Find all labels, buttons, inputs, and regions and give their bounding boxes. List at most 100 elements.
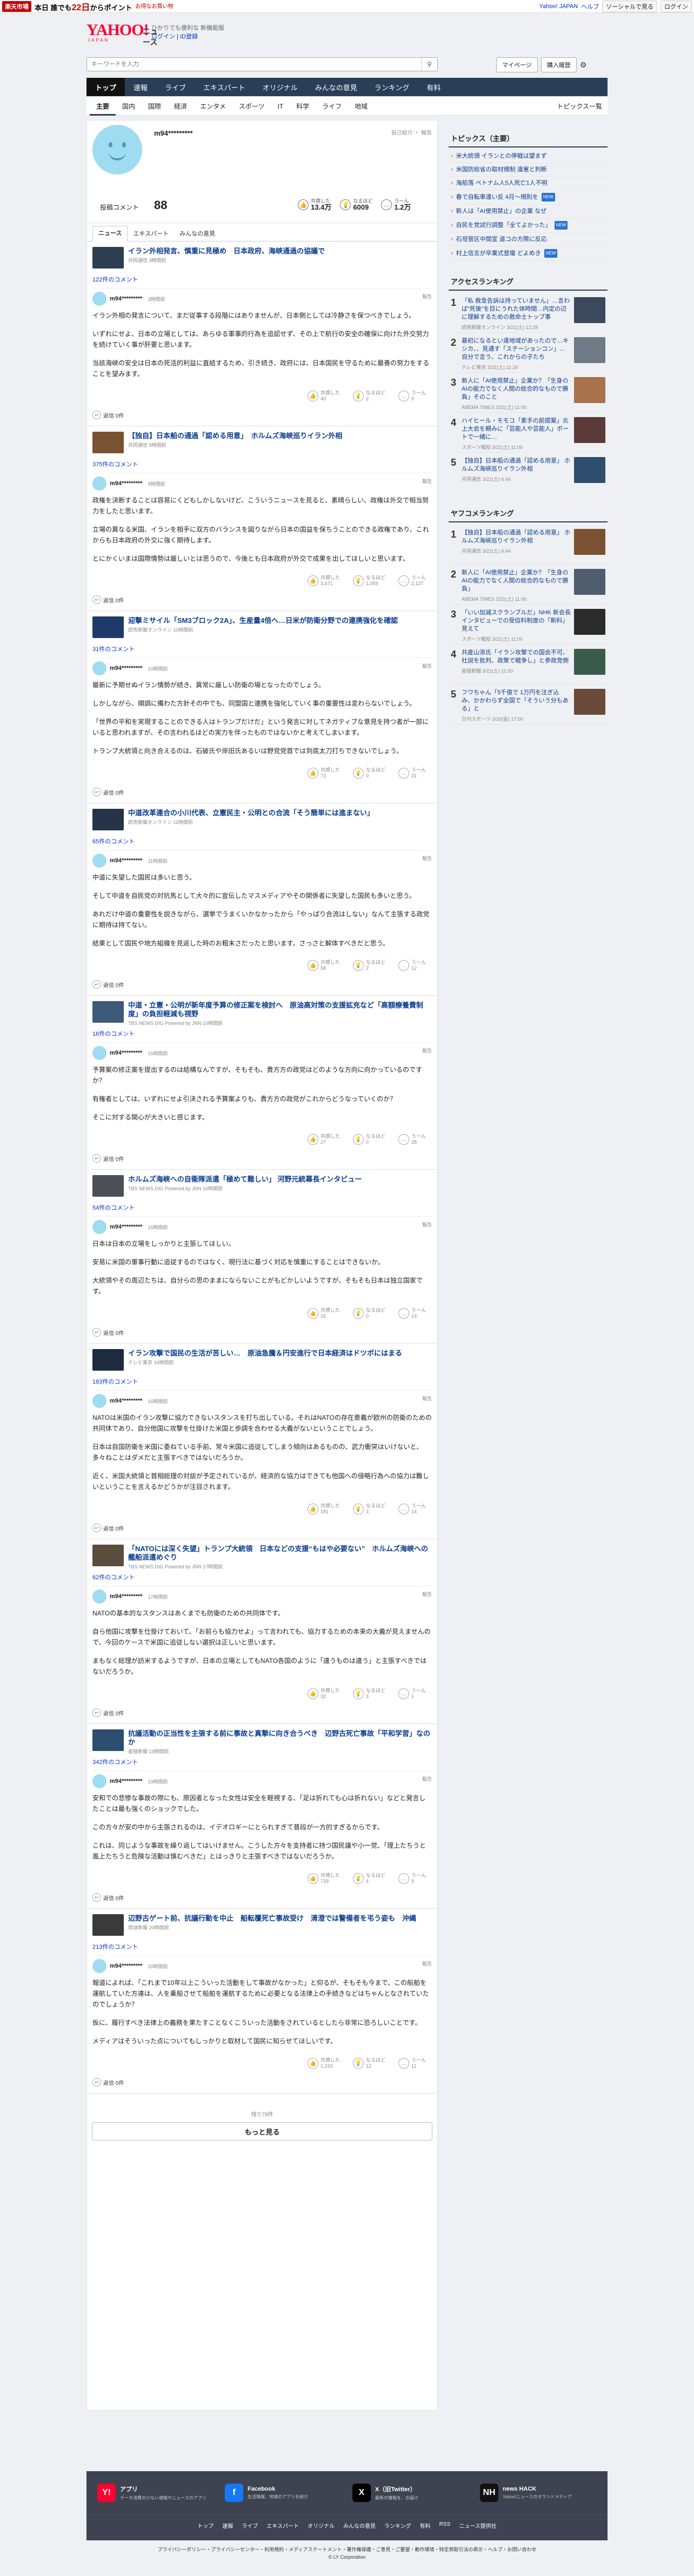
article-title[interactable]: 中道改革連合の小川代表、立憲民主・公明との合流「そう簡単には進まない」 <box>128 809 374 817</box>
reaction-2[interactable]: … うーん 2,127 <box>398 575 432 587</box>
profile-links[interactable]: 自己紹介 ・ 報告 <box>391 128 432 136</box>
article-title[interactable]: 迎撃ミサイル「SM3ブロック2A」、生産量4倍へ…日米が防衛分野での連携強化を確… <box>128 616 398 625</box>
footer-link[interactable]: ランキング <box>384 2521 411 2530</box>
comment-count-link[interactable]: 65件のコメント <box>92 837 432 846</box>
ranking-item[interactable]: 5 フワちゃん「5千億で 1万円を注ぎ込み、かかわらず全国で「そういう分もある」と… <box>449 685 608 725</box>
reply-link[interactable]: ↩ 返信 0件 <box>92 2078 432 2087</box>
article-link[interactable]: 辺野古ゲート前、抗議行動を中止 船転覆死亡事故受け 清澄では警備者を弔う姿も 沖… <box>92 1914 432 1939</box>
nav-tab-6[interactable]: ランキング <box>366 78 418 96</box>
reply-link[interactable]: ↩ 返信 0件 <box>92 1328 432 1337</box>
topic-item[interactable]: 米大統領 イランとの停戦は望まず <box>449 150 608 163</box>
share-select[interactable]: ソーシャルで見る <box>602 1 657 12</box>
reaction-0[interactable]: 👍 共感した 58 <box>308 960 341 971</box>
ranking-item[interactable]: 1 【独自】日本船の通過「認める用意」 ホルムズ海峡巡りイラン外相 共同通信 3/2… <box>449 525 608 565</box>
ranking-item[interactable]: 4 共産山添氏「イラン攻撃での国会不可、社説を批判、政策で戦争し」と参政党側 産経新… <box>449 645 608 685</box>
search-icon[interactable]: ⚲ <box>421 58 437 71</box>
reaction-1[interactable]: 💡 なるほど 2 <box>353 390 386 402</box>
tab-0[interactable]: ニュース <box>92 226 128 242</box>
reaction-0[interactable]: 👍 共感した 27 <box>308 1133 341 1145</box>
report-link[interactable]: 報告 <box>422 1960 432 1967</box>
subnav-tab-1[interactable]: 国内 <box>116 102 142 111</box>
article-link[interactable]: イラン攻撃で国民の生活が苦しい… 原油急騰＆円安進行で日本経済はドツボにはまるテ… <box>92 1349 432 1374</box>
footer-app-2[interactable]: X X（旧Twitter） 最新の情報を、お届け <box>352 2480 466 2506</box>
ranking-item[interactable]: 2 新人に「AI使用禁止」企業か？「生身のAIの能力でなく人間の総合的なもので勝負… <box>449 565 608 605</box>
article-title[interactable]: 中道・立憲・公明が新年度予算の修正案を検討へ 原油高対策の支援拡充など「高額療養… <box>128 1001 432 1018</box>
article-link[interactable]: 中道改革連合の小川代表、立憲民主・公明との合流「そう簡単には進まない」 読売新聞オ… <box>92 809 432 834</box>
topic-item[interactable]: 米国防総省の取材規制 違憲と判断 <box>449 163 608 177</box>
report-link[interactable]: 報告 <box>422 478 432 485</box>
topic-item[interactable]: 石垣管区中間宣 道コの方際に反応 <box>449 233 608 246</box>
promo-text[interactable]: 本日 誰でも22日からポイント <box>35 0 132 13</box>
gear-icon[interactable]: ⚙ <box>580 61 587 70</box>
comment-count-link[interactable]: 16件のコメント <box>92 1029 432 1038</box>
article-link[interactable]: イラン外相発言、慎重に見極め 日本政府、海峡通過の協議で 共同通信 3時間前 <box>92 247 432 272</box>
comment-user[interactable]: m94********* <box>110 1224 143 1230</box>
reaction-0[interactable]: 👍 共感した 15 <box>308 1307 341 1319</box>
ranking-item[interactable]: 2 最初になるとい遠地域があったので…キシカ、、見通す「ステーションコン」…自分で… <box>449 333 608 373</box>
subnav-tab-3[interactable]: 経済 <box>168 102 193 111</box>
report-link[interactable]: 報告 <box>422 1591 432 1598</box>
reaction-2[interactable]: … うーん 12 <box>398 960 432 971</box>
footer-link[interactable]: トップ <box>197 2521 213 2530</box>
reply-link[interactable]: ↩ 返信 0件 <box>92 411 432 419</box>
comment-count-link[interactable]: 183件のコメント <box>92 1377 432 1386</box>
ranking-item[interactable]: 5 【独自】日本船の通過「認める用意」 ホルムズ海峡巡りイラン外相 共同通信 3/2… <box>449 453 608 493</box>
tab-2[interactable]: みんなの意見 <box>174 229 221 241</box>
article-link[interactable]: 迎撃ミサイル「SM3ブロック2A」、生産量4倍へ…日米が防衛分野での連携強化を確… <box>92 616 432 641</box>
reaction-2[interactable]: … うーん 14 <box>398 1307 432 1319</box>
ranking-item[interactable]: 4 ハイヒール・モモコ「素手の前提案」炎上大会を頼みに「芸能人や芸能人」ポートで一… <box>449 413 608 453</box>
reaction-0[interactable]: 👍 共感した 181 <box>308 1503 341 1515</box>
reaction-1[interactable]: 💡 なるほど 3 <box>353 1688 386 1700</box>
reply-link[interactable]: ↩ 返信 0件 <box>92 980 432 989</box>
article-title[interactable]: イラン外相発言、慎重に見極め 日本政府、海峡通過の協議で <box>128 247 325 256</box>
footer-link[interactable]: ライブ <box>242 2521 258 2530</box>
comment-user[interactable]: m94********* <box>110 665 143 672</box>
more-button[interactable]: もっと見る <box>92 2122 432 2141</box>
footer-link[interactable]: オリジナル <box>308 2521 335 2530</box>
report-link[interactable]: 報告 <box>422 855 432 862</box>
search-input[interactable] <box>87 61 421 68</box>
article-title[interactable]: イラン攻撃で国民の生活が苦しい… 原油急騰＆円安進行で日本経済はドツボにはまる <box>128 1349 402 1358</box>
reaction-2[interactable]: … うーん 28 <box>398 1133 432 1145</box>
article-title[interactable]: 辺野古ゲート前、抗議行動を中止 船転覆死亡事故受け 清澄では警備者を弔う姿も 沖… <box>128 1914 416 1923</box>
reply-link[interactable]: ↩ 返信 0件 <box>92 1893 432 1902</box>
subnav-tab-0[interactable]: 主要 <box>90 102 116 116</box>
comment-count-link[interactable]: 213件のコメント <box>92 1942 432 1951</box>
reaction-0[interactable]: 👍 共感した 1,243 <box>308 2057 341 2069</box>
reaction-0[interactable]: 👍 共感した 32 <box>308 1688 341 1700</box>
report-link[interactable]: 報告 <box>422 293 432 300</box>
reaction-0[interactable]: 👍 共感した 40 <box>308 390 341 402</box>
subnav-tab-9[interactable]: 地域 <box>348 102 374 111</box>
comment-user[interactable]: m94********* <box>110 1778 143 1785</box>
reply-link[interactable]: ↩ 返信 0件 <box>92 595 432 604</box>
report-link[interactable]: 報告 <box>422 1221 432 1228</box>
subnav-tab-8[interactable]: ライフ <box>316 102 348 111</box>
footer-link[interactable]: ニュース提供社 <box>459 2521 497 2530</box>
footer-app-0[interactable]: Y! アプリ データ消費の少ない速報やニュースのアプリ <box>97 2480 211 2506</box>
report-link[interactable]: 報告 <box>422 1395 432 1402</box>
reaction-1[interactable]: 💡 なるほど 12 <box>353 2057 386 2069</box>
nav-tab-4[interactable]: オリジナル <box>254 78 306 96</box>
subnav-tab-5[interactable]: スポーツ <box>232 102 271 111</box>
comment-user[interactable]: m94********* <box>110 1593 143 1600</box>
comment-count-link[interactable]: 62件のコメント <box>92 1573 432 1581</box>
reply-link[interactable]: ↩ 返信 0件 <box>92 1154 432 1163</box>
footer-link[interactable]: RSS <box>439 2521 451 2530</box>
yj-link[interactable]: Yahoo! JAPAN <box>539 3 578 10</box>
footer-app-3[interactable]: NH news HACK Yahoo!ニュースのオウンドメディア <box>480 2480 593 2506</box>
comment-user[interactable]: m94********* <box>110 1050 143 1056</box>
topics-list-link[interactable]: トピックス一覧 <box>557 102 608 111</box>
topic-item[interactable]: 海船落 ベトナム人5人死亡1人不明 <box>449 177 608 190</box>
comment-user[interactable]: m94********* <box>110 1963 143 1969</box>
topic-item[interactable]: 自民を党試行調整「全てよかった」NEW <box>449 218 608 233</box>
reaction-2[interactable]: … うーん 1 <box>398 1688 432 1700</box>
nav-tab-1[interactable]: 速報 <box>125 78 156 96</box>
article-title[interactable]: 「NATOには深く失望」トランプ大統領 日本などの支援“もはや必要ない” ホルム… <box>128 1545 432 1562</box>
reaction-0[interactable]: 👍 共感した 729 <box>308 1873 341 1884</box>
reaction-1[interactable]: 💡 なるほど 0 <box>353 1307 386 1319</box>
article-link[interactable]: 中道・立憲・公明が新年度予算の修正案を検討へ 原油高対策の支援拡充など「高額療養… <box>92 1001 432 1026</box>
comment-user[interactable]: m94********* <box>110 857 143 864</box>
nav-tab-3[interactable]: エキスパート <box>195 78 254 96</box>
login-button[interactable]: ログイン <box>660 1 692 12</box>
reaction-1[interactable]: 💡 なるほど 0 <box>353 767 386 779</box>
